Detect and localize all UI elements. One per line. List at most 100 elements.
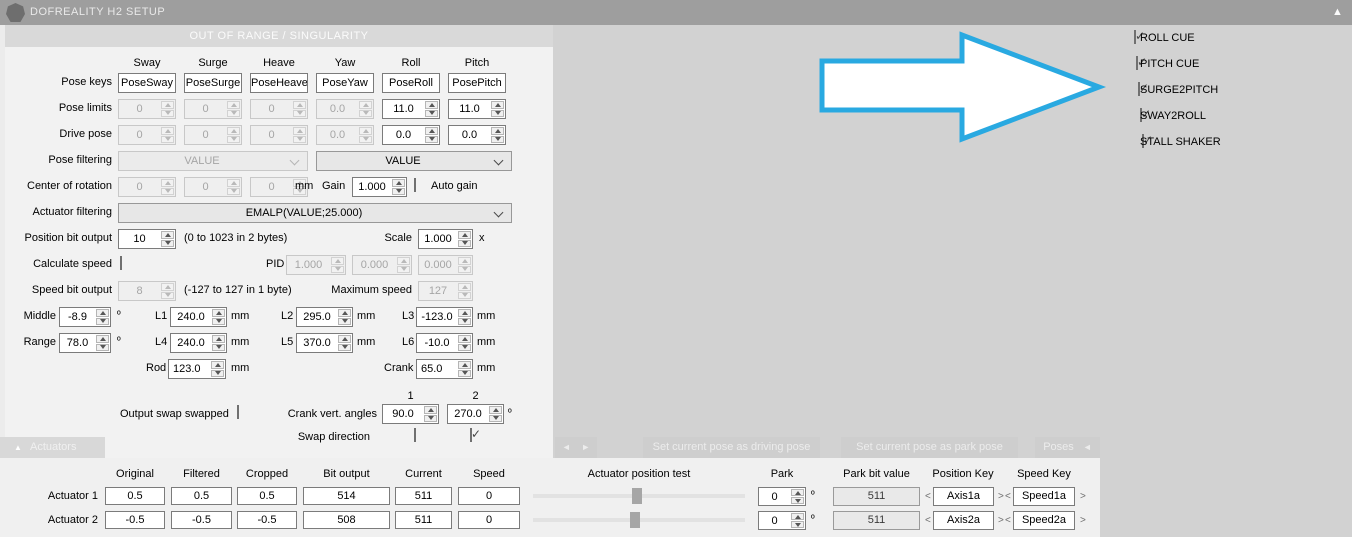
spin-up-icon[interactable] <box>791 513 804 520</box>
spin-down-icon[interactable] <box>293 136 306 144</box>
spin-up-icon[interactable] <box>227 101 240 109</box>
spin-up-icon[interactable] <box>293 101 306 109</box>
spin-up-icon[interactable] <box>359 127 372 135</box>
spin-down-icon[interactable] <box>489 415 502 423</box>
spin-up-icon[interactable] <box>458 361 471 369</box>
scale-spinner[interactable]: 1.000 <box>418 229 473 249</box>
spin-up-icon[interactable] <box>161 231 174 239</box>
l4-spinner[interactable]: 240.0 <box>170 333 227 353</box>
position-key-next-icon[interactable]: > <box>998 514 1004 527</box>
spin-up-icon[interactable] <box>161 179 174 187</box>
spin-up-icon[interactable] <box>458 257 471 265</box>
swap-direction-1-checkbox[interactable] <box>414 428 416 442</box>
actuator-filtering-dropdown[interactable]: EMALP(VALUE;25.000) <box>118 203 512 223</box>
pose-filtering-right-dropdown[interactable]: VALUE <box>316 151 512 171</box>
gain-spinner[interactable]: 1.000 <box>352 177 407 197</box>
spin-down-icon[interactable] <box>458 240 471 248</box>
spin-up-icon[interactable] <box>458 231 471 239</box>
actuator2-park-spinner[interactable]: 0 <box>758 511 806 530</box>
spin-up-icon[interactable] <box>425 101 438 109</box>
spin-down-icon[interactable] <box>458 266 471 274</box>
spin-down-icon[interactable] <box>212 318 225 326</box>
position-key-prev-icon[interactable]: < <box>925 490 931 503</box>
speed-key-prev-icon[interactable]: < <box>1005 490 1011 503</box>
spin-up-icon[interactable] <box>491 101 504 109</box>
actuator2-position-key-input[interactable]: Axis2a <box>933 511 994 530</box>
pose-limit-pitch-spinner[interactable]: 11.0 <box>448 99 506 119</box>
drive-pose-surge-spinner[interactable]: 0 <box>184 125 242 145</box>
roll-cue-checkbox[interactable] <box>1134 30 1136 44</box>
spin-up-icon[interactable] <box>293 127 306 135</box>
spin-down-icon[interactable] <box>425 110 438 118</box>
spin-down-icon[interactable] <box>392 188 405 196</box>
spin-down-icon[interactable] <box>491 110 504 118</box>
pose-key-heave-input[interactable]: PoseHeave <box>250 73 308 93</box>
pose-key-pitch-input[interactable]: PosePitch <box>448 73 506 93</box>
swap-direction-2-checkbox[interactable] <box>470 428 472 442</box>
spin-down-icon[interactable] <box>424 415 437 423</box>
tab-actuators[interactable]: ▲ Actuators <box>0 437 105 458</box>
spin-up-icon[interactable] <box>161 127 174 135</box>
position-key-next-icon[interactable]: > <box>998 490 1004 503</box>
spin-down-icon[interactable] <box>212 344 225 352</box>
pose-key-surge-input[interactable]: PoseSurge <box>184 73 242 93</box>
spin-up-icon[interactable] <box>458 283 471 291</box>
l1-spinner[interactable]: 240.0 <box>170 307 227 327</box>
spin-up-icon[interactable] <box>359 101 372 109</box>
range-spinner[interactable]: 78.0 <box>59 333 111 353</box>
position-key-prev-icon[interactable]: < <box>925 514 931 527</box>
actuator2-speed-key-input[interactable]: Speed2a <box>1013 511 1075 530</box>
spin-down-icon[interactable] <box>791 521 804 528</box>
spin-up-icon[interactable] <box>96 309 109 317</box>
spin-down-icon[interactable] <box>161 110 174 118</box>
spin-down-icon[interactable] <box>227 110 240 118</box>
spin-down-icon[interactable] <box>338 344 351 352</box>
spin-down-icon[interactable] <box>458 370 471 378</box>
spin-down-icon[interactable] <box>397 266 410 274</box>
slider-thumb[interactable] <box>632 488 642 504</box>
pid-p-spinner[interactable]: 1.000 <box>286 255 346 275</box>
spin-down-icon[interactable] <box>96 318 109 326</box>
pose-limit-roll-spinner[interactable]: 11.0 <box>382 99 440 119</box>
spin-down-icon[interactable] <box>211 370 224 378</box>
spin-down-icon[interactable] <box>227 188 240 196</box>
spin-up-icon[interactable] <box>227 127 240 135</box>
pose-key-yaw-input[interactable]: PoseYaw <box>316 73 374 93</box>
spin-up-icon[interactable] <box>161 283 174 291</box>
spin-up-icon[interactable] <box>491 127 504 135</box>
center-rotation-y-spinner[interactable]: 0 <box>184 177 242 197</box>
spin-down-icon[interactable] <box>791 497 804 504</box>
spin-down-icon[interactable] <box>161 136 174 144</box>
drive-pose-yaw-spinner[interactable]: 0.0 <box>316 125 374 145</box>
pid-d-spinner[interactable]: 0.000 <box>418 255 473 275</box>
center-rotation-x-spinner[interactable]: 0 <box>118 177 176 197</box>
spin-down-icon[interactable] <box>458 292 471 300</box>
spin-down-icon[interactable] <box>458 344 471 352</box>
spin-down-icon[interactable] <box>359 110 372 118</box>
spin-down-icon[interactable] <box>96 344 109 352</box>
spin-up-icon[interactable] <box>791 489 804 496</box>
position-bit-output-spinner[interactable]: 10 <box>118 229 176 249</box>
pose-prev-next-buttons[interactable]: ◄ ► <box>555 437 597 458</box>
spin-down-icon[interactable] <box>338 318 351 326</box>
crank-angle-2-spinner[interactable]: 270.0 <box>447 404 504 424</box>
actuator1-position-key-input[interactable]: Axis1a <box>933 487 994 506</box>
pose-limit-surge-spinner[interactable]: 0 <box>184 99 242 119</box>
spin-down-icon[interactable] <box>161 240 174 248</box>
set-driving-pose-button[interactable]: Set current pose as driving pose <box>643 437 820 458</box>
actuator1-speed-key-input[interactable]: Speed1a <box>1013 487 1075 506</box>
spin-up-icon[interactable] <box>397 257 410 265</box>
slider-thumb[interactable] <box>630 512 640 528</box>
spin-down-icon[interactable] <box>359 136 372 144</box>
arrow-right-icon[interactable]: ► <box>581 442 590 452</box>
drive-pose-roll-spinner[interactable]: 0.0 <box>382 125 440 145</box>
l2-spinner[interactable]: 295.0 <box>296 307 353 327</box>
crank-angle-1-spinner[interactable]: 90.0 <box>382 404 439 424</box>
drive-pose-heave-spinner[interactable]: 0 <box>250 125 308 145</box>
spin-down-icon[interactable] <box>491 136 504 144</box>
speed-key-next-icon[interactable]: > <box>1080 490 1086 503</box>
spin-up-icon[interactable] <box>424 406 437 414</box>
spin-up-icon[interactable] <box>212 309 225 317</box>
spin-down-icon[interactable] <box>227 136 240 144</box>
collapse-up-icon[interactable]: ▲ <box>1332 6 1343 18</box>
